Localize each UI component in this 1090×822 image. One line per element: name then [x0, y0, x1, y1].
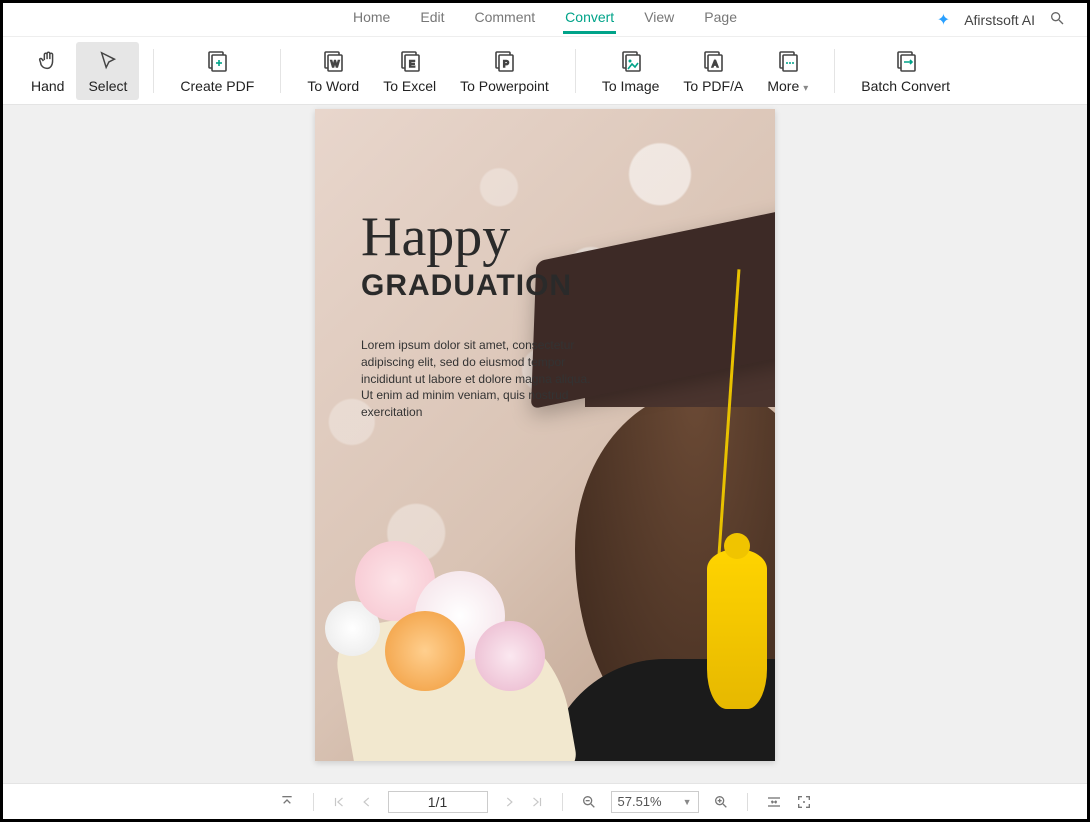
to-pdfa-button[interactable]: A To PDF/A — [671, 42, 755, 100]
document-text-block: Happy GRADUATION Lorem ipsum dolor sit a… — [361, 209, 671, 421]
pdfa-icon: A — [701, 48, 725, 74]
document-body-text: Lorem ipsum dolor sit amet, consectetur … — [361, 337, 591, 421]
menu-item-convert[interactable]: Convert — [563, 5, 616, 34]
zoom-level-value: 57.51% — [618, 794, 662, 809]
hand-tool-label: Hand — [31, 78, 64, 94]
last-page-button[interactable] — [530, 795, 544, 809]
select-tool-label: Select — [88, 78, 127, 94]
zoom-out-button[interactable] — [581, 794, 597, 810]
zoom-in-button[interactable] — [713, 794, 729, 810]
excel-icon: E — [398, 48, 422, 74]
prev-page-button[interactable] — [360, 795, 374, 809]
ai-sparkle-icon: ✦ — [937, 10, 950, 30]
menu-item-edit[interactable]: Edit — [418, 5, 446, 34]
document-workspace[interactable]: Happy GRADUATION Lorem ipsum dolor sit a… — [3, 105, 1087, 783]
create-pdf-button[interactable]: Create PDF — [168, 42, 266, 100]
fit-width-icon[interactable] — [766, 794, 782, 810]
svg-text:A: A — [712, 59, 718, 69]
more-icon — [776, 48, 800, 74]
cursor-icon — [97, 48, 119, 74]
bouquet-illustration — [325, 531, 585, 761]
chevron-down-icon: ▼ — [683, 797, 692, 807]
svg-text:E: E — [409, 59, 415, 69]
pdf-page[interactable]: Happy GRADUATION Lorem ipsum dolor sit a… — [315, 109, 775, 761]
toolbar-separator — [153, 49, 154, 93]
powerpoint-icon: P — [492, 48, 516, 74]
zoom-level-dropdown[interactable]: 57.51% ▼ — [611, 791, 699, 813]
svg-text:W: W — [331, 59, 340, 69]
create-pdf-label: Create PDF — [180, 78, 254, 94]
menu-item-view[interactable]: View — [642, 5, 676, 34]
word-icon: W — [321, 48, 345, 74]
image-icon — [619, 48, 643, 74]
to-excel-label: To Excel — [383, 78, 436, 94]
to-image-label: To Image — [602, 78, 660, 94]
next-page-button[interactable] — [502, 795, 516, 809]
to-excel-button[interactable]: E To Excel — [371, 42, 448, 100]
batch-convert-button[interactable]: Batch Convert — [849, 42, 962, 100]
menu-item-comment[interactable]: Comment — [472, 5, 537, 34]
more-button[interactable]: More▾ — [755, 42, 820, 100]
to-word-label: To Word — [307, 78, 359, 94]
select-tool-button[interactable]: Select — [76, 42, 139, 100]
ai-label[interactable]: Afirstsoft AI — [964, 12, 1035, 28]
to-image-button[interactable]: To Image — [590, 42, 672, 100]
page-number-input[interactable] — [388, 791, 488, 813]
batch-convert-label: Batch Convert — [861, 78, 950, 94]
hand-icon — [37, 48, 59, 74]
fit-page-icon[interactable] — [796, 794, 812, 810]
document-title-block: GRADUATION — [361, 269, 671, 303]
batch-convert-icon — [894, 48, 918, 74]
menu-item-home[interactable]: Home — [351, 5, 392, 34]
hand-tool-button[interactable]: Hand — [19, 42, 76, 100]
toolbar-separator — [575, 49, 576, 93]
document-title-script: Happy — [361, 209, 671, 265]
to-powerpoint-button[interactable]: P To Powerpoint — [448, 42, 561, 100]
menu-item-page[interactable]: Page — [702, 5, 739, 34]
svg-text:P: P — [503, 59, 509, 69]
to-pdfa-label: To PDF/A — [683, 78, 743, 94]
toolbar-separator — [834, 49, 835, 93]
menu-bar: Home Edit Comment Convert View Page ✦ Af… — [3, 3, 1087, 37]
status-bar: 57.51% ▼ — [3, 783, 1087, 819]
chevron-down-icon: ▾ — [803, 83, 808, 94]
create-pdf-icon — [205, 48, 229, 74]
scroll-top-icon[interactable] — [279, 794, 295, 810]
more-label: More▾ — [767, 78, 808, 94]
to-powerpoint-label: To Powerpoint — [460, 78, 549, 94]
convert-toolbar: Hand Select Create PDF W To Word E To Ex… — [3, 37, 1087, 105]
toolbar-separator — [280, 49, 281, 93]
search-icon[interactable] — [1049, 10, 1065, 29]
to-word-button[interactable]: W To Word — [295, 42, 371, 100]
first-page-button[interactable] — [332, 795, 346, 809]
